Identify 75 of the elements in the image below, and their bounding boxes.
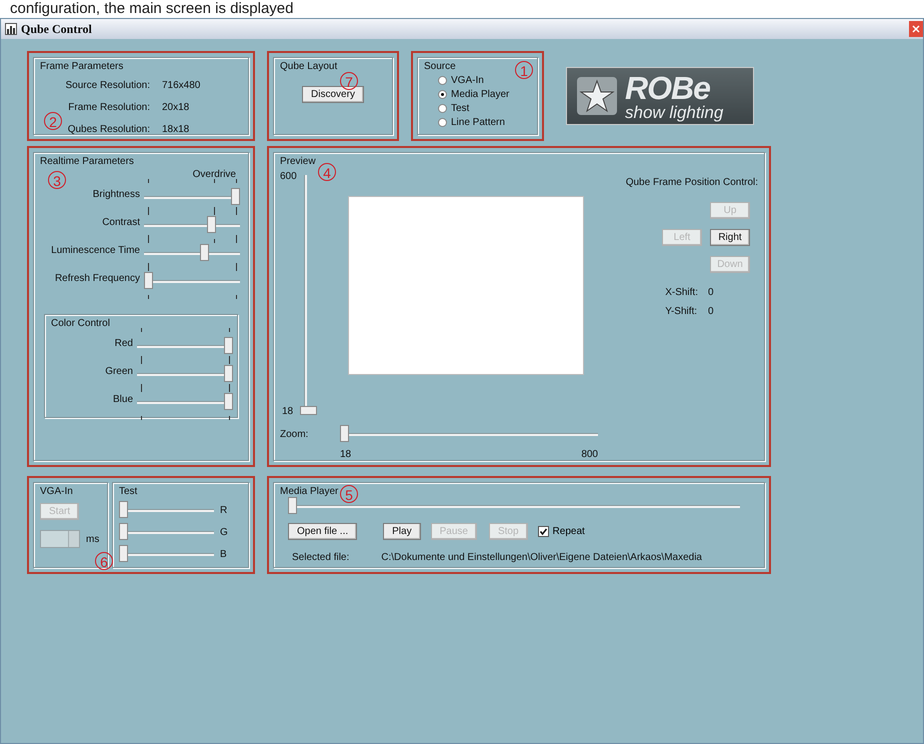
- slider-thumb[interactable]: [224, 365, 233, 382]
- document-text: configuration, the main screen is displayed: [9, 0, 294, 18]
- slider-thumb[interactable]: [119, 501, 128, 518]
- field-value: 18x18: [162, 124, 190, 135]
- axis-label: 18: [282, 406, 294, 417]
- slider-thumb[interactable]: [288, 497, 297, 514]
- radio-option[interactable]: Line Pattern: [438, 117, 505, 128]
- axis-label: 18: [340, 449, 352, 460]
- right-button[interactable]: Right: [710, 229, 750, 246]
- slider-label: Refresh Frequency: [54, 272, 140, 284]
- channel-label: B: [220, 548, 228, 560]
- slider-thumb[interactable]: [340, 425, 349, 442]
- slider-thumb[interactable]: [300, 406, 317, 415]
- slider-label: Brightness: [92, 188, 140, 200]
- field-label: Frame Resolution:: [67, 102, 150, 113]
- slider-thumb[interactable]: [224, 393, 233, 410]
- shift-label: Y-Shift:: [665, 306, 698, 317]
- slider-label: Luminescence Time: [51, 244, 140, 256]
- close-button[interactable]: [909, 21, 923, 37]
- slider-label: Blue: [112, 394, 133, 404]
- group-title: Frame Parameters: [40, 61, 124, 72]
- slider-label: Red: [114, 338, 133, 348]
- field-value: 20x18: [162, 102, 190, 113]
- channel-label: R: [220, 504, 228, 516]
- field-value: 716x480: [162, 80, 202, 91]
- axis-label: 600: [280, 171, 297, 182]
- channel-label: G: [220, 526, 229, 538]
- slider-thumb[interactable]: [231, 188, 240, 205]
- callout-number: 1: [515, 61, 533, 79]
- group-title: Realtime Parameters: [40, 156, 134, 167]
- shift-label: X-Shift:: [665, 287, 698, 298]
- slider-thumb[interactable]: [119, 523, 128, 540]
- callout-number: 4: [318, 163, 336, 181]
- tagline-text: show lighting: [625, 104, 724, 120]
- callout-number: 3: [48, 171, 66, 189]
- overdrive-label: Overdrive: [192, 169, 236, 180]
- group-title: Source: [424, 61, 456, 72]
- shift-value: 0: [708, 306, 715, 317]
- close-icon: [911, 24, 921, 34]
- slider-label: Green: [105, 366, 133, 376]
- selected-file-label: Selected file:: [292, 552, 350, 563]
- callout-number: 7: [340, 72, 358, 90]
- slider-thumb[interactable]: [200, 244, 209, 261]
- group-title: Qube Layout: [280, 61, 338, 72]
- window-title: Qube Control: [21, 22, 93, 36]
- discovery-button[interactable]: Discovery: [302, 86, 364, 103]
- position-control-label: Qube Frame Position Control:: [626, 177, 758, 188]
- radio-option[interactable]: VGA-In: [438, 75, 484, 86]
- slider-label: Contrast: [102, 216, 140, 228]
- group-title: Media Player: [280, 486, 338, 497]
- radio-option[interactable]: Media Player: [438, 89, 510, 100]
- axis-label: 800: [581, 449, 598, 460]
- slider-thumb[interactable]: [224, 337, 233, 354]
- unit-label: ms: [86, 534, 100, 544]
- zoom-label: Zoom:: [280, 429, 310, 440]
- group-title: Test: [119, 486, 138, 497]
- repeat-checkbox[interactable]: Repeat: [538, 526, 585, 537]
- callout-number: 5: [340, 485, 358, 503]
- group-title: VGA-In: [40, 486, 73, 497]
- group-title: Preview: [280, 156, 316, 167]
- slider-thumb[interactable]: [144, 272, 153, 289]
- field-label: Qubes Resolution:: [66, 124, 150, 135]
- group-title: Color Control: [51, 318, 110, 329]
- slider-thumb[interactable]: [206, 216, 216, 233]
- shift-value: 0: [708, 287, 715, 298]
- callout-number: 6: [95, 552, 113, 570]
- radio-option[interactable]: Test: [438, 103, 470, 114]
- play-button[interactable]: Play: [383, 523, 421, 540]
- brand-text: ROBe: [625, 72, 711, 104]
- file-path: C:\Dokumente und Einstellungen\Oliver\Eigene Dateien\Arkaos\Maxedia: [381, 552, 702, 563]
- chart-icon: [5, 23, 17, 35]
- callout-number: 2: [44, 112, 62, 130]
- open-file-button[interactable]: Open file ...: [288, 523, 358, 540]
- field-label: Source Resolution:: [64, 80, 150, 91]
- slider-thumb[interactable]: [119, 545, 128, 562]
